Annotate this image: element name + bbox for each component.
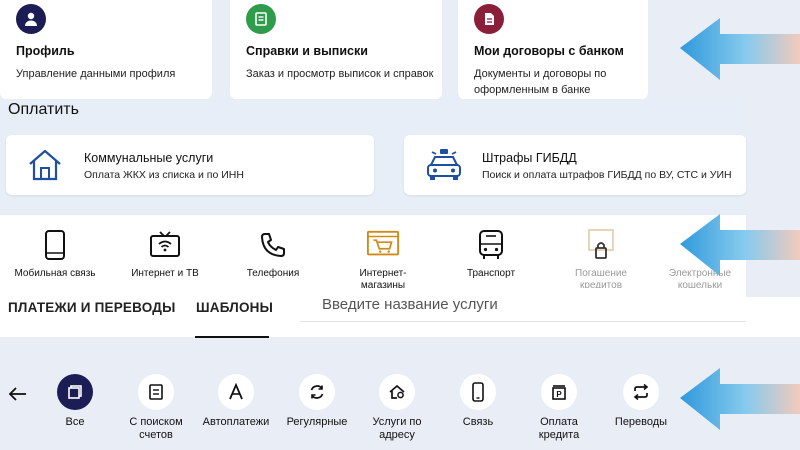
user-icon [16,4,46,34]
police-car-icon [424,147,464,183]
contract-icon [474,4,504,34]
category-mobile-label: Мобильная связь [14,268,96,279]
svg-text:P: P [556,390,562,399]
credit-payment-icon: P [541,374,577,410]
utilities-card-title: Коммунальные услуги [84,151,214,165]
utilities-card[interactable]: Коммунальные услуги Оплата ЖКХ из списка… [6,135,374,195]
active-tab-indicator [195,336,269,338]
pointer-arrow-icon [660,200,800,300]
tab-payments-transfers[interactable]: ПЛАТЕЖИ И ПЕРЕВОДЫ [8,300,176,315]
filter-address-services-label: Услуги по адресу [372,416,422,441]
filter-all-label: Все [65,416,85,428]
filter-invoice-search[interactable]: С поиском счетов [117,374,195,442]
category-online-shops[interactable]: Интернет-магазины [338,228,428,292]
category-telephony[interactable]: Телефония [228,228,318,280]
transfer-icon [623,374,659,410]
profile-card-title: Профиль [16,44,75,58]
statements-card-desc: Заказ и просмотр выписок и справок [246,68,434,80]
filter-invoice-search-label: С поиском счетов [129,416,183,441]
category-transport[interactable]: Транспорт [446,228,536,280]
document-list-icon [246,4,276,34]
filter-credit-payment[interactable]: P Оплата кредита [520,374,598,442]
mobile-phone-icon [38,228,72,262]
house-icon [26,147,64,183]
category-internet-tv-label: Интернет и ТВ [131,268,199,279]
filter-regular-label: Регулярные [286,416,348,428]
category-telephony-label: Телефония [246,268,300,279]
filter-address-services[interactable]: Услуги по адресу [358,374,436,442]
category-mobile[interactable]: Мобильная связь [10,228,100,280]
back-arrow-icon[interactable] [8,386,28,402]
filter-regular[interactable]: Регулярные [278,374,356,429]
traffic-fines-card-title: Штрафы ГИБДД [482,151,577,165]
profile-card[interactable]: Профиль Управление данными профиля [0,0,212,100]
online-shop-icon [366,228,400,262]
tab-templates[interactable]: ШАБЛОНЫ [196,300,273,315]
filter-all[interactable]: Все [36,374,114,429]
filter-communication-label: Связь [462,416,494,428]
traffic-fines-card-desc: Поиск и оплата штрафов ГИБДД по ВУ, СТС … [482,169,732,181]
autopay-icon [218,374,254,410]
filter-credit-payment-label: Оплата кредита [538,416,580,441]
filter-communication[interactable]: Связь [439,374,517,429]
tv-wifi-icon [148,228,182,262]
pointer-arrow-icon [660,0,800,100]
utilities-card-desc: Оплата ЖКХ из списка и по ИНН [84,169,244,181]
category-transport-label: Транспорт [466,268,516,279]
all-icon [57,374,93,410]
contracts-card-title: Мои договоры с банком [474,44,624,58]
statements-card[interactable]: Справки и выписки Заказ и просмотр выпис… [230,0,442,100]
address-icon [379,374,415,410]
filter-autopay-label: Автоплатежи [202,416,270,428]
category-internet-tv[interactable]: Интернет и ТВ [120,228,210,280]
bus-icon [474,228,508,262]
pay-section-title: Оплатить [8,101,79,118]
filter-autopay[interactable]: Автоплатежи [197,374,275,429]
contracts-card[interactable]: Мои договоры с банком Документы и догово… [458,0,648,112]
traffic-fines-card[interactable]: Штрафы ГИБДД Поиск и оплата штрафов ГИБД… [404,135,746,195]
statements-card-title: Справки и выписки [246,44,368,58]
credit-lock-icon [584,228,618,262]
invoice-search-icon [138,374,174,410]
pointer-arrow-icon [660,350,800,450]
phone-handset-icon [256,228,290,262]
profile-card-desc: Управление данными профиля [16,68,176,80]
refresh-icon [299,374,335,410]
smartphone-icon [460,374,496,410]
category-credit-repayment[interactable]: Погашение кредитов [556,228,646,292]
